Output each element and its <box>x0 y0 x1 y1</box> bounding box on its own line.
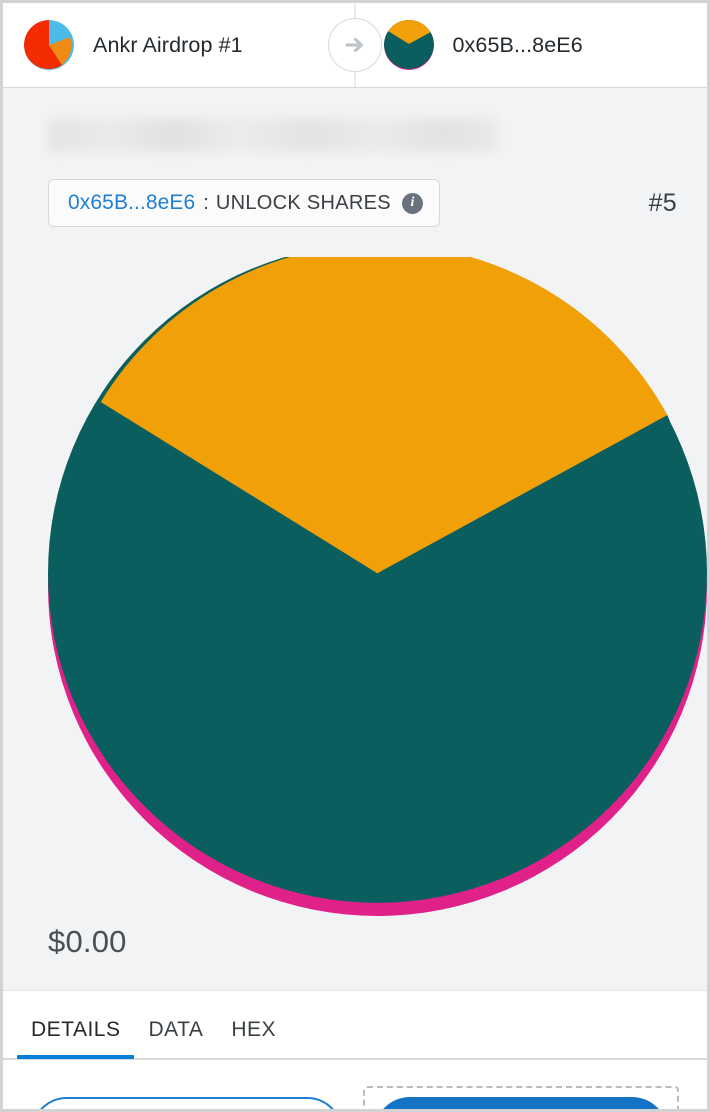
confirm-button[interactable]: Confirm <box>374 1097 668 1109</box>
account-pie-identicon <box>383 20 434 70</box>
tab-hex[interactable]: HEX <box>217 1018 290 1058</box>
footer-actions: Reject Confirm <box>3 1059 707 1109</box>
nonce-badge: #5 <box>648 188 677 217</box>
header: Ankr Airdrop #1 0x65B...8eE6 <box>3 3 707 88</box>
reject-button[interactable]: Reject <box>31 1097 343 1109</box>
contract-address[interactable]: 0x65B...8eE6 <box>68 191 195 215</box>
amount-fiat-value: $0.00 <box>48 924 127 959</box>
tab-bar: DETAILS DATA HEX <box>3 991 707 1059</box>
transaction-confirmation-window: Ankr Airdrop #1 0x65B...8eE6 0x65B...8eE… <box>0 0 710 1112</box>
tab-data[interactable]: DATA <box>134 1018 217 1058</box>
redacted-site-url <box>48 118 498 152</box>
confirm-button-focus-ring: Confirm <box>363 1086 679 1109</box>
amount-block: $0.00 <box>3 257 707 960</box>
method-name: UNLOCK SHARES <box>215 191 391 214</box>
contract-method-pill[interactable]: 0x65B...8eE6 : UNLOCK SHARES i <box>48 179 440 227</box>
ankr-pie-identicon <box>24 20 74 70</box>
header-origin: Ankr Airdrop #1 <box>3 20 348 70</box>
contract-method-row: 0x65B...8eE6 : UNLOCK SHARES i #5 <box>3 179 707 227</box>
account-pie-identicon <box>48 257 707 916</box>
pill-separator: : <box>203 191 209 214</box>
arrow-right-icon <box>328 18 382 72</box>
info-icon[interactable]: i <box>401 192 423 214</box>
header-arrow-divider <box>325 3 385 87</box>
transaction-summary-panel: 0x65B...8eE6 : UNLOCK SHARES i #5 $0.00 <box>3 88 707 991</box>
tab-details[interactable]: DETAILS <box>17 1018 135 1059</box>
header-account: 0x65B...8eE6 <box>348 20 708 70</box>
origin-label: Ankr Airdrop #1 <box>93 32 243 57</box>
account-label: 0x65B...8eE6 <box>452 32 583 57</box>
